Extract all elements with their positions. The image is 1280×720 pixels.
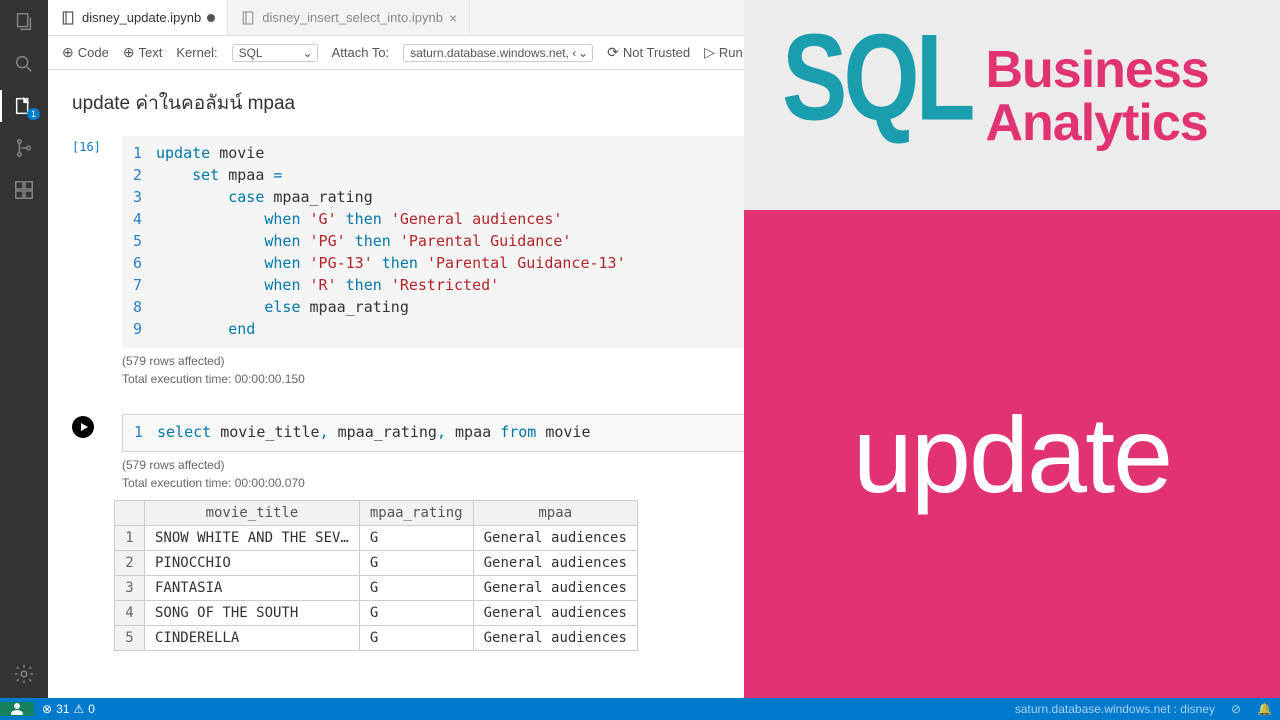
section-title: update ค่าในคอลัมน์ mpaa (72, 88, 1256, 118)
notebook-icon (240, 10, 256, 26)
result-table[interactable]: movie_titlempaa_ratingmpaa1SNOW WHITE AN… (114, 500, 638, 651)
activity-bar: 1 (0, 0, 48, 698)
notebook-toolbar: ⊕Code ⊕Text Kernel: SQL Attach To: satur… (48, 36, 1280, 70)
editor-area: disney_update.ipynb disney_insert_select… (48, 0, 1280, 698)
code-editor[interactable]: 1update movie2 set mpaa =3 case mpaa_rat… (122, 136, 1256, 348)
attach-label: Attach To: (332, 45, 390, 60)
tab-label: disney_update.ipynb (82, 10, 201, 25)
run-button[interactable]: ▷Run (704, 44, 743, 61)
explorer-badge: 1 (27, 108, 40, 120)
attach-select[interactable]: saturn.database.windows.net, ‹ (403, 44, 593, 62)
status-icon[interactable]: ⊘ (1223, 702, 1249, 716)
tab-bar: disney_update.ipynb disney_insert_select… (48, 0, 1280, 36)
problems-indicator[interactable]: ⊗31 ⚠0 (34, 702, 103, 716)
add-code-button[interactable]: ⊕Code (62, 44, 109, 61)
code-editor[interactable]: 1select movie_title, mpaa_rating, mpaa f… (122, 414, 1256, 452)
tab-label: disney_insert_select_into.ipynb (262, 10, 443, 25)
notifications-icon[interactable]: 🔔 (1249, 702, 1280, 716)
code-cell[interactable]: 1select movie_title, mpaa_rating, mpaa f… (72, 414, 1256, 651)
notebook-icon (60, 10, 76, 26)
connection-status[interactable]: saturn.database.windows.net : disney (1007, 702, 1223, 716)
notebook-content[interactable]: update ค่าในคอลัมน์ mpaa [16] 1update mo… (48, 70, 1280, 698)
kernel-select[interactable]: SQL (232, 44, 318, 62)
tab-disney-insert[interactable]: disney_insert_select_into.ipynb × (228, 0, 470, 35)
cell-gutter (72, 414, 102, 452)
remote-indicator[interactable] (0, 702, 34, 716)
cell-output: (579 rows affected) Total execution time… (122, 458, 1256, 490)
cell-output: (579 rows affected) Total execution time… (122, 354, 1256, 386)
unsaved-dot-icon (207, 14, 215, 22)
files-icon[interactable] (12, 10, 36, 34)
error-icon: ⊗ (42, 702, 52, 716)
tab-disney-update[interactable]: disney_update.ipynb (48, 0, 228, 35)
run-cell-button[interactable] (72, 416, 94, 438)
close-icon[interactable]: × (449, 10, 457, 26)
status-bar: ⊗31 ⚠0 saturn.database.windows.net : dis… (0, 698, 1280, 720)
settings-gear-icon[interactable] (12, 662, 36, 686)
source-control-icon[interactable] (12, 136, 36, 160)
add-text-button[interactable]: ⊕Text (123, 44, 163, 61)
warning-icon: ⚠ (73, 702, 84, 716)
extensions-icon[interactable] (12, 178, 36, 202)
explorer-icon[interactable]: 1 (12, 94, 36, 118)
code-cell[interactable]: [16] 1update movie2 set mpaa =3 case mpa… (72, 136, 1256, 386)
search-icon[interactable] (12, 52, 36, 76)
kernel-label: Kernel: (176, 45, 217, 60)
trust-button[interactable]: ⟳Not Trusted (607, 44, 690, 61)
execution-count: [16] (72, 136, 122, 348)
